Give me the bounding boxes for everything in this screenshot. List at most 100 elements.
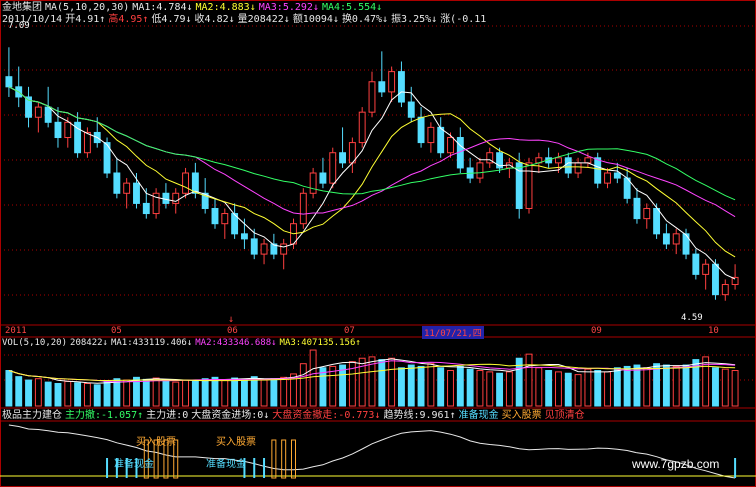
- buy-signal-bar: [281, 439, 287, 479]
- volume-bar: [172, 381, 180, 407]
- volume-bar: [44, 381, 52, 407]
- indicator-header: 极品主力建仓 主力撤:-1.057↑ 主力进:0 大盘资金进场:0↓ 大盘资金撤走:-0…: [2, 410, 588, 422]
- volume-bar: [574, 374, 582, 407]
- volume-bar: [250, 376, 258, 407]
- vol-ma1: MA1:433119.406↓: [110, 338, 193, 348]
- volume-bar: [584, 368, 592, 407]
- volume-bar: [182, 379, 189, 407]
- volume-bar: [103, 380, 111, 407]
- candle-body: [555, 157, 562, 164]
- candle-body: [633, 197, 641, 220]
- volume-bar: [496, 372, 504, 407]
- prep-annotation-1: 准备现金: [114, 459, 154, 470]
- candle-body: [280, 243, 288, 255]
- volume-bar: [731, 370, 739, 407]
- volume-bar: [93, 384, 101, 407]
- volume-bar: [280, 376, 288, 407]
- ind-top-sell: 见顶清仓: [544, 410, 585, 421]
- ind-trend: 趋势线:9.961↑: [383, 410, 456, 421]
- volume-bar: [486, 371, 494, 407]
- candle-body: [672, 233, 680, 245]
- candle-body: [594, 157, 602, 184]
- volume-bar: [407, 364, 415, 407]
- prep-annotation-2: 准备现金: [206, 459, 246, 470]
- candle-body: [123, 182, 131, 194]
- volume-bar: [15, 376, 23, 407]
- candle-body: [240, 233, 248, 240]
- candle-body: [250, 238, 258, 255]
- volume-bar: [240, 378, 248, 407]
- candle-body: [574, 162, 582, 174]
- volume-bar: [260, 379, 268, 407]
- volume-bar: [447, 370, 454, 407]
- candle-body: [299, 192, 307, 225]
- candle-body: [712, 263, 719, 296]
- time-axis: 2011 05 06 07 11/07/21,四 09 10: [0, 326, 756, 339]
- volume-bar: [123, 379, 131, 407]
- candle-body: [221, 213, 229, 225]
- candle-body: [584, 157, 592, 164]
- candle-body: [388, 71, 396, 93]
- high-price-label: 7.09: [8, 21, 30, 31]
- candle-body: [613, 172, 621, 179]
- volume-bar: [191, 380, 199, 407]
- volume-bar: [427, 363, 435, 407]
- volume-bar: [712, 367, 719, 407]
- candle-body: [191, 172, 199, 194]
- volume-bar: [34, 378, 42, 407]
- ind-market-out: 大盘资金撤走:-0.773↓: [272, 410, 381, 421]
- volume-bar: [54, 382, 62, 407]
- time-label-09: 09: [591, 326, 602, 336]
- ind-prep-cash: 准备现金: [458, 410, 499, 421]
- volume-bar: [613, 367, 621, 407]
- volume-bar: [309, 349, 317, 407]
- volume-bar: [5, 370, 13, 407]
- candle-body: [525, 162, 533, 209]
- candle-body: [447, 137, 454, 154]
- buy-annotation-2: 买入股票: [216, 437, 256, 448]
- candle-body: [417, 116, 425, 144]
- volume-bar: [535, 367, 543, 407]
- time-label-2011: 2011: [5, 326, 27, 336]
- candle-body: [407, 101, 415, 118]
- volume-bar: [662, 364, 670, 407]
- volume-bar: [672, 365, 680, 407]
- candle-body: [5, 76, 13, 88]
- candle-body: [476, 162, 484, 179]
- candle-body: [34, 106, 42, 118]
- candle-body: [358, 111, 366, 144]
- candle-body: [339, 152, 347, 164]
- volume-bar: [555, 371, 562, 407]
- volume-bar: [221, 379, 229, 407]
- candle-body: [64, 121, 72, 139]
- volume-bar: [633, 364, 641, 407]
- event-marker: ↓: [228, 314, 235, 325]
- candle-body: [702, 263, 710, 275]
- ind-main-in: 主力进:0: [146, 410, 189, 421]
- ind-buy: 买入股票: [501, 410, 542, 421]
- candle-body: [211, 207, 219, 225]
- volume-bar: [476, 370, 484, 407]
- time-label-05: 05: [111, 326, 122, 336]
- vol-params: VOL(5,10,20): [2, 338, 68, 348]
- volume-bar: [437, 367, 445, 407]
- volume-bar: [417, 365, 425, 407]
- candle-body: [83, 131, 91, 154]
- vol-value: 208422↓: [70, 338, 108, 348]
- volume-bar: [231, 377, 239, 407]
- candle-body: [182, 172, 189, 194]
- volume-bar: [594, 370, 602, 407]
- candle-body: [113, 172, 121, 194]
- candle-body: [378, 81, 386, 93]
- time-label-07: 07: [344, 326, 355, 336]
- candle-body: [44, 106, 52, 123]
- low-price-label: 4.59: [681, 313, 703, 323]
- volume-bar: [525, 353, 533, 407]
- volume-bar: [339, 364, 347, 407]
- volume-bar: [466, 368, 474, 407]
- candle-body: [643, 207, 651, 220]
- candle-body: [662, 233, 670, 245]
- time-label-10: 10: [708, 326, 719, 336]
- volume-bar: [270, 378, 278, 407]
- candle-body: [142, 202, 150, 215]
